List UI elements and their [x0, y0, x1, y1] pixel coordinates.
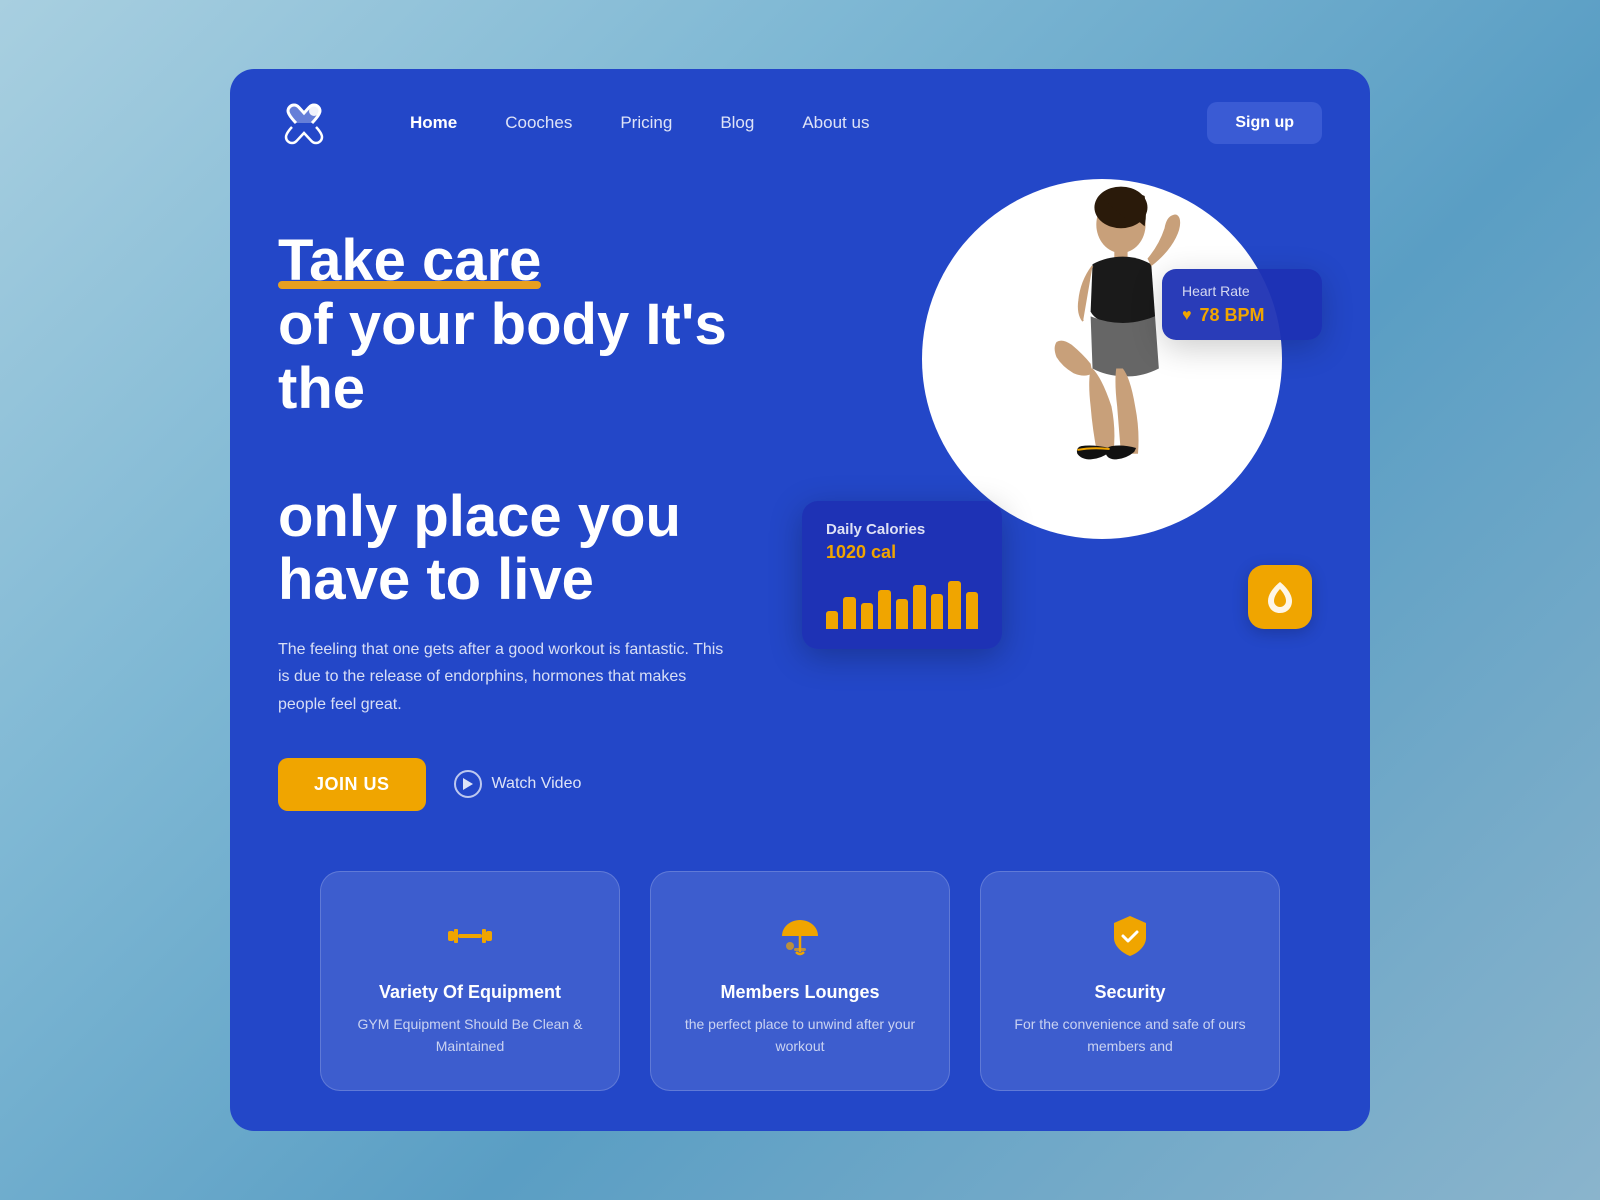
hero-section: Take care of your body It's the only pla… — [230, 169, 1370, 850]
hero-title-line3: only place you have to live — [278, 485, 802, 613]
bar — [896, 599, 908, 629]
hero-title-line2: of your body It's the — [278, 293, 802, 421]
heart-rate-label: Heart Rate — [1182, 283, 1302, 299]
nav-links: Home Cooches Pricing Blog About us — [410, 113, 1207, 133]
calories-chart — [826, 577, 978, 629]
nav-cooches[interactable]: Cooches — [505, 113, 572, 133]
shield-icon — [1102, 908, 1158, 964]
watch-video-button[interactable]: Watch Video — [454, 770, 582, 798]
nav-blog[interactable]: Blog — [720, 113, 754, 133]
feature-security: Security For the convenience and safe of… — [980, 871, 1280, 1091]
bar — [931, 594, 943, 629]
bpm-value: 78 BPM — [1200, 305, 1265, 326]
lounge-desc: the perfect place to unwind after your w… — [679, 1013, 921, 1058]
hero-left: Take care of your body It's the only pla… — [278, 189, 802, 810]
equipment-title: Variety Of Equipment — [379, 982, 561, 1003]
equipment-desc: GYM Equipment Should Be Clean & Maintain… — [349, 1013, 591, 1058]
heart-rate-card: Heart Rate ♥ 78 BPM — [1162, 269, 1322, 340]
athlete-image — [922, 179, 1282, 539]
join-button[interactable]: JOIN US — [278, 758, 426, 811]
features-section: Variety Of Equipment GYM Equipment Shoul… — [230, 851, 1370, 1131]
security-title: Security — [1094, 982, 1165, 1003]
bar — [843, 597, 855, 629]
calories-label: Daily Calories — [826, 521, 978, 538]
watch-video-label: Watch Video — [492, 775, 582, 793]
calories-value: 1020 cal — [826, 542, 978, 563]
nav-pricing[interactable]: Pricing — [620, 113, 672, 133]
nav-home[interactable]: Home — [410, 113, 457, 133]
signup-button[interactable]: Sign up — [1207, 102, 1322, 144]
feature-equipment: Variety Of Equipment GYM Equipment Shoul… — [320, 871, 620, 1091]
main-container: Home Cooches Pricing Blog About us Sign … — [230, 69, 1370, 1130]
bar — [861, 603, 873, 629]
calories-card: Daily Calories 1020 cal — [802, 501, 1002, 649]
hero-right: Heart Rate ♥ 78 BPM Daily Calories 1020 … — [802, 189, 1322, 669]
logo — [278, 101, 330, 145]
dumbbell-icon — [442, 908, 498, 964]
security-desc: For the convenience and safe of ours mem… — [1009, 1013, 1251, 1058]
bar — [913, 585, 925, 629]
lounge-icon — [772, 908, 828, 964]
play-icon — [454, 770, 482, 798]
hero-actions: JOIN US Watch Video — [278, 758, 802, 811]
app-icon — [1248, 565, 1312, 629]
nav-about[interactable]: About us — [802, 113, 869, 133]
bar — [878, 590, 890, 629]
hero-title: Take care of your body It's the only pla… — [278, 229, 802, 612]
bar — [966, 592, 978, 629]
bar — [826, 611, 838, 629]
heart-icon: ♥ — [1182, 307, 1192, 325]
hero-description: The feeling that one gets after a good w… — [278, 636, 738, 718]
lounge-title: Members Lounges — [720, 982, 879, 1003]
hero-title-line1: Take care — [278, 229, 541, 293]
feature-lounge: Members Lounges the perfect place to unw… — [650, 871, 950, 1091]
bar — [948, 581, 960, 629]
navbar: Home Cooches Pricing Blog About us Sign … — [230, 69, 1370, 169]
heart-rate-value: ♥ 78 BPM — [1182, 305, 1302, 326]
